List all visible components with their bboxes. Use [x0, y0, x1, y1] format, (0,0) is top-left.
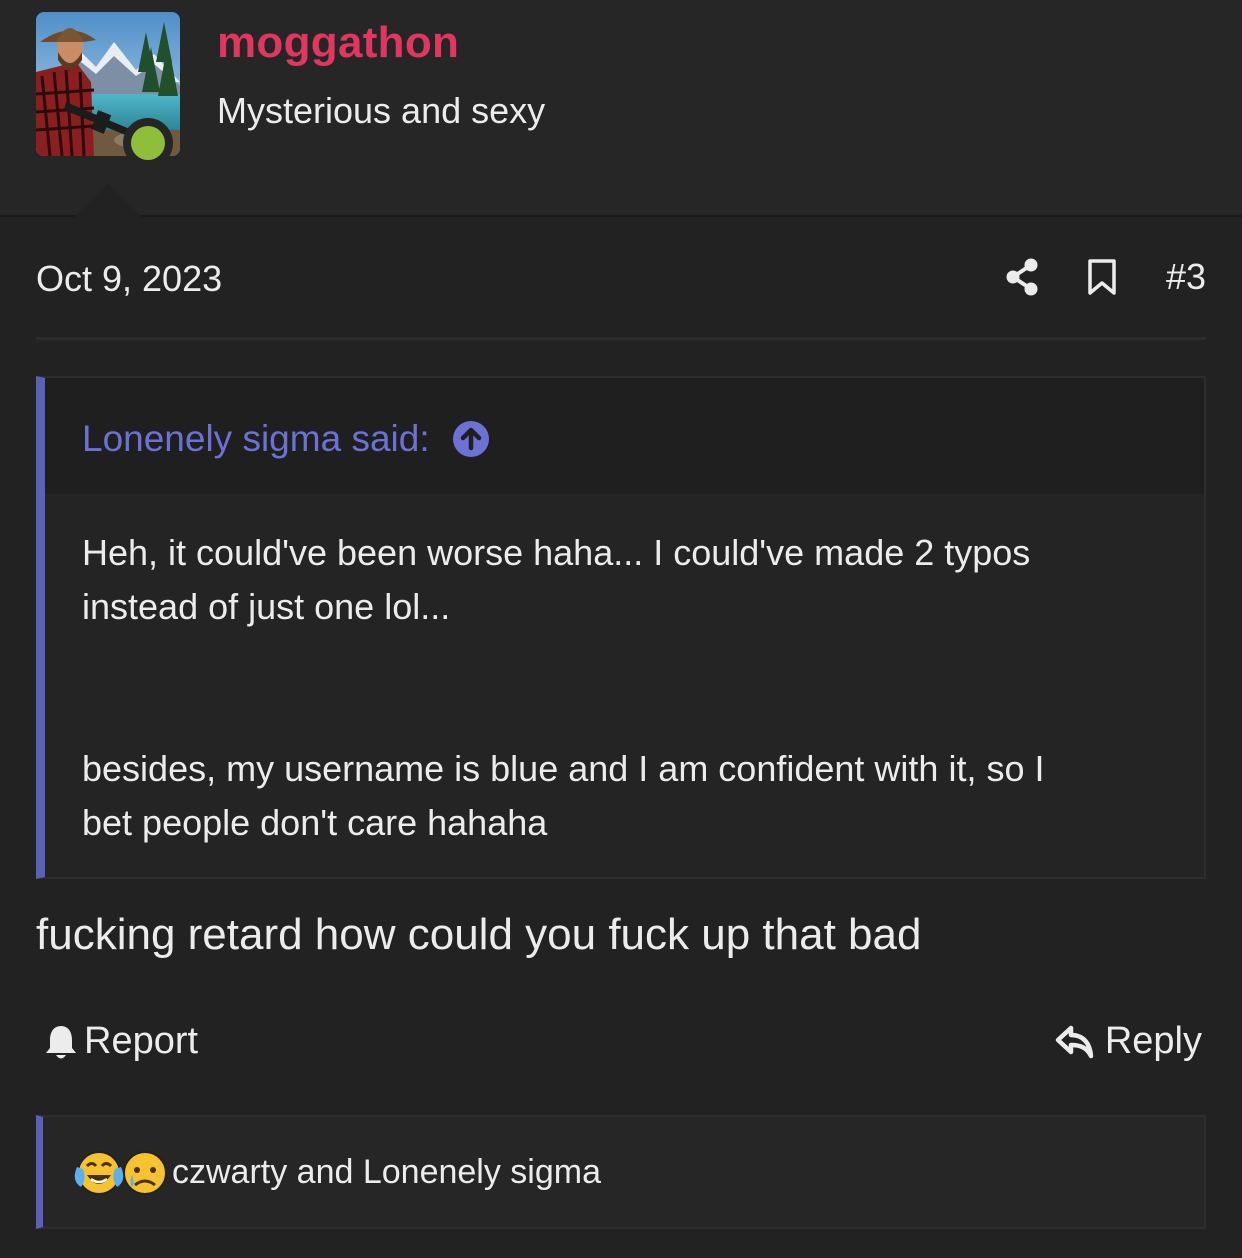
online-status-dot — [123, 118, 173, 168]
bookmark-icon[interactable] — [1082, 255, 1122, 299]
post-pointer — [74, 183, 142, 217]
bell-icon — [46, 1025, 76, 1058]
quote-block: Lonenely sigma said: Heh, it could've be… — [36, 376, 1206, 879]
quote-text-line: instead of just one lol... — [82, 586, 451, 627]
post-date[interactable]: Oct 9, 2023 — [36, 258, 222, 300]
report-label: Report — [84, 1020, 199, 1062]
report-button[interactable]: Report — [44, 1020, 198, 1063]
sad-face-emoji — [123, 1151, 167, 1195]
reply-button[interactable]: Reply — [1055, 1020, 1202, 1063]
post-message: fucking retard how could you fuck up tha… — [36, 910, 922, 959]
username-link[interactable]: moggathon — [217, 18, 459, 68]
quote-text-line: Heh, it could've been worse haha... I co… — [82, 532, 1031, 573]
crying-laughing-emoji — [74, 1151, 124, 1195]
quote-header: Lonenely sigma said: — [45, 378, 1204, 494]
quote-text-line: besides, my username is blue and I am co… — [82, 748, 1045, 789]
quote-author-link[interactable]: Lonenely sigma said: — [82, 418, 490, 460]
arrow-up-circle-icon[interactable] — [452, 420, 490, 458]
reply-label: Reply — [1104, 1020, 1202, 1062]
post-meta-actions: #3 — [1002, 252, 1206, 302]
quote-author-label: Lonenely sigma said: — [82, 418, 430, 459]
reaction-emojis — [74, 1151, 167, 1195]
divider — [36, 337, 1206, 340]
post-number-link[interactable]: #3 — [1166, 256, 1206, 298]
reactions-bar[interactable]: czwarty and Lonenely sigma — [36, 1115, 1206, 1229]
reaction-users-link[interactable]: czwarty and Lonenely sigma — [172, 1153, 601, 1192]
quote-text-line: bet people don't care hahaha — [82, 802, 548, 843]
user-header: moggathon Mysterious and sexy — [0, 0, 1242, 217]
reply-arrow-icon — [1055, 1025, 1094, 1058]
share-icon[interactable] — [1002, 255, 1042, 299]
user-title: Mysterious and sexy — [217, 90, 546, 131]
